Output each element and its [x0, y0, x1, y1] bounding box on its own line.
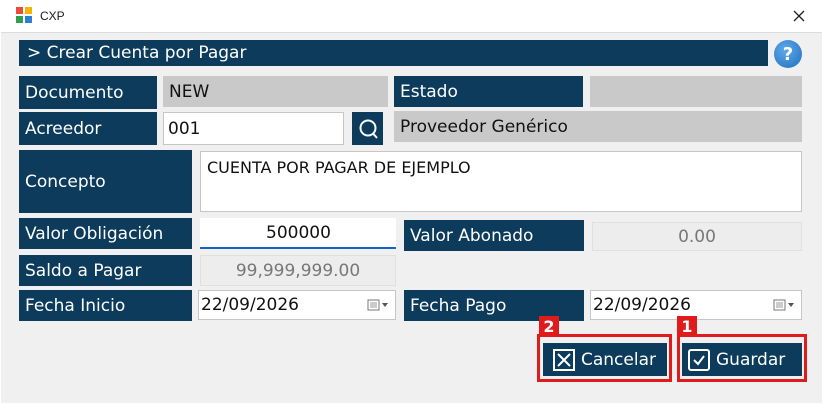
valor-abonado-field: 0.00 [592, 222, 802, 251]
close-button[interactable] [787, 4, 811, 28]
concepto-textarea[interactable]: CUENTA POR PAGAR DE EJEMPLO [200, 151, 802, 212]
valor-obligacion-label: Valor Obligación [19, 218, 192, 249]
estado-label: Estado [394, 76, 583, 107]
save-badge: 1 [677, 316, 697, 337]
save-button[interactable]: Guardar [682, 343, 802, 376]
help-icon[interactable]: ? [774, 40, 802, 68]
search-acreedor-button[interactable] [352, 112, 383, 145]
fecha-inicio-datepicker[interactable]: 22/09/2026 [198, 290, 396, 320]
calendar-dropdown-icon[interactable] [367, 298, 389, 312]
fecha-inicio-label: Fecha Inicio [19, 290, 192, 321]
documento-label: Documento [19, 76, 157, 109]
app-logo-icon [16, 7, 32, 23]
fecha-inicio-value: 22/09/2026 [201, 295, 299, 315]
cancel-badge: 2 [539, 316, 559, 337]
saldo-label: Saldo a Pagar [19, 255, 192, 286]
valor-obligacion-input[interactable]: 500000 [200, 218, 396, 249]
search-icon [359, 119, 378, 139]
title-bar: CXP [0, 0, 823, 32]
fecha-pago-value: 22/09/2026 [593, 295, 691, 315]
acreedor-label: Acreedor [19, 112, 157, 145]
checkbox-check-icon [688, 348, 710, 371]
estado-field [590, 76, 802, 107]
documento-field: NEW [163, 76, 388, 107]
cancel-icon [553, 348, 575, 371]
concepto-label: Concepto [19, 150, 192, 213]
cancel-button[interactable]: Cancelar [543, 343, 667, 376]
save-label: Guardar [716, 349, 786, 370]
window-title: CXP [40, 9, 65, 23]
saldo-field: 99,999,999.00 [200, 255, 396, 286]
close-icon [793, 10, 805, 22]
page-title: > Crear Cuenta por Pagar [19, 40, 768, 66]
valor-abonado-label: Valor Abonado [404, 220, 584, 251]
acreedor-input[interactable]: 001 [163, 112, 344, 145]
acreedor-name-field: Proveedor Genérico [394, 111, 802, 142]
cancel-label: Cancelar [581, 349, 656, 370]
calendar-dropdown-icon[interactable] [773, 298, 795, 312]
